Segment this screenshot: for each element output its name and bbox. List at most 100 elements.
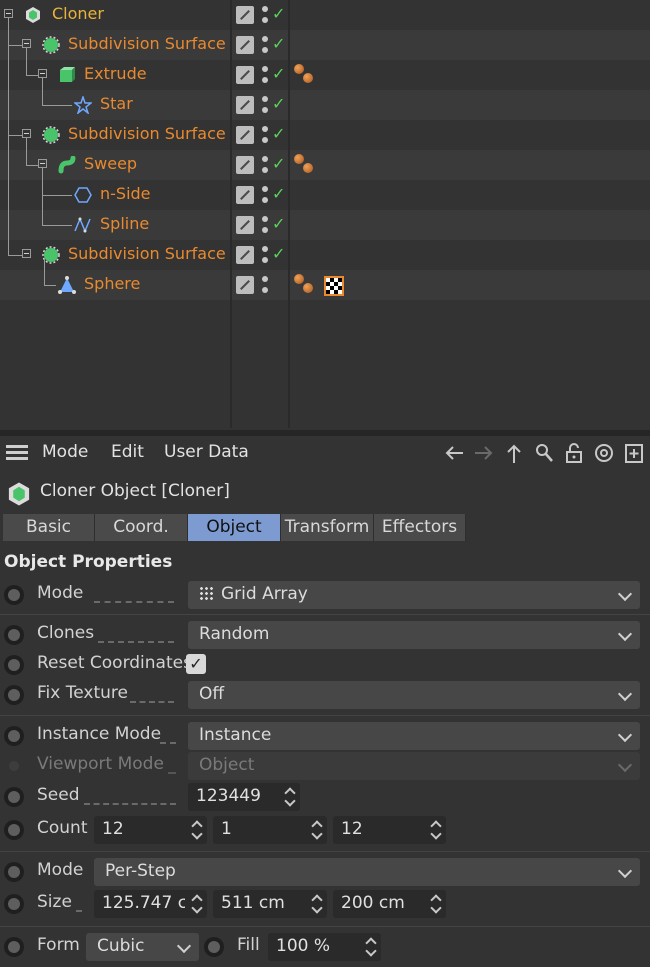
object-name[interactable]: Spline [100, 214, 149, 233]
size-x-input[interactable]: 125.747 cm [94, 890, 207, 918]
animate-radio[interactable] [4, 685, 24, 705]
object-name[interactable]: Extrude [84, 64, 147, 83]
visibility-dots[interactable] [262, 216, 268, 234]
enabled-check-icon[interactable]: ✓ [272, 214, 285, 233]
tree-row-star[interactable]: Star [0, 90, 650, 120]
layer-edit-toggle[interactable] [236, 66, 254, 84]
animate-radio[interactable] [204, 937, 224, 957]
clones-dropdown[interactable]: Random [188, 621, 640, 649]
form-dropdown[interactable]: Cubic [86, 933, 199, 961]
fill-input[interactable]: 100 % [268, 933, 381, 961]
lock-icon[interactable] [563, 442, 585, 464]
visibility-dots[interactable] [262, 126, 268, 144]
visibility-dots[interactable] [262, 96, 268, 114]
spinner-arrows-icon[interactable] [311, 819, 323, 841]
layer-edit-toggle[interactable] [236, 246, 254, 264]
arrow-back-icon[interactable] [443, 442, 465, 464]
animate-radio[interactable] [4, 787, 24, 807]
size-y-input[interactable]: 511 cm [213, 890, 327, 918]
tree-row-cloner[interactable]: Cloner [0, 0, 650, 30]
spinner-arrows-icon[interactable] [284, 786, 296, 808]
tree-row-subdivision-surface[interactable]: Subdivision Surface [0, 30, 650, 60]
visibility-dots[interactable] [262, 246, 268, 264]
seed-input[interactable]: 123449 [188, 783, 300, 811]
object-name[interactable]: Sweep [84, 154, 137, 173]
collapse-toggle[interactable] [38, 159, 47, 168]
animate-radio[interactable] [4, 585, 24, 605]
spinner-arrows-icon[interactable] [430, 893, 442, 915]
enabled-check-icon[interactable]: ✓ [272, 244, 285, 263]
dimension-mode-dropdown[interactable]: Per-Step [94, 858, 640, 886]
spinner-arrows-icon[interactable] [191, 893, 203, 915]
object-name[interactable]: Subdivision Surface [68, 34, 226, 53]
visibility-dots[interactable] [262, 156, 268, 174]
enabled-check-icon[interactable]: ✓ [272, 94, 285, 113]
count-y-input[interactable]: 1 [213, 816, 327, 844]
object-name[interactable]: Star [100, 94, 133, 113]
count-z-input[interactable]: 12 [333, 816, 446, 844]
animate-radio[interactable] [4, 625, 24, 645]
layer-edit-toggle[interactable] [236, 36, 254, 54]
spinner-arrows-icon[interactable] [430, 819, 442, 841]
collapse-toggle[interactable] [4, 9, 13, 18]
tree-row-subdivision-surface[interactable]: Subdivision Surface [0, 120, 650, 150]
tree-row-subdivision-surface[interactable]: Subdivision Surface [0, 240, 650, 270]
menu-edit[interactable]: Edit [111, 442, 144, 462]
spinner-arrows-icon[interactable] [191, 819, 203, 841]
object-name[interactable]: Cloner [52, 4, 104, 23]
phong-tag-icon[interactable] [294, 64, 354, 90]
layer-edit-toggle[interactable] [236, 216, 254, 234]
phong-tag-icon[interactable] [294, 274, 316, 296]
menu-mode[interactable]: Mode [42, 442, 88, 462]
tab-basic[interactable]: Basic [3, 514, 95, 541]
new-panel-icon[interactable] [623, 442, 645, 464]
spinner-arrows-icon[interactable] [311, 893, 323, 915]
enabled-check-icon[interactable]: ✓ [272, 154, 285, 173]
visibility-dots[interactable] [262, 276, 268, 294]
target-icon[interactable] [593, 442, 615, 464]
instance-mode-dropdown[interactable]: Instance [188, 722, 640, 750]
collapse-toggle[interactable] [38, 69, 47, 78]
collapse-toggle[interactable] [22, 249, 31, 258]
tab-effectors[interactable]: Effectors [374, 514, 466, 541]
object-name[interactable]: n-Side [100, 184, 151, 203]
animate-radio[interactable] [4, 655, 24, 675]
tree-row-spline[interactable]: Spline [0, 210, 650, 240]
layer-edit-toggle[interactable] [236, 156, 254, 174]
arrow-up-icon[interactable] [503, 442, 525, 464]
tab-coord[interactable]: Coord. [95, 514, 188, 541]
visibility-dots[interactable] [262, 6, 268, 24]
animate-radio[interactable] [4, 937, 24, 957]
tab-transform[interactable]: Transform [281, 514, 374, 541]
arrow-forward-icon[interactable] [473, 442, 495, 464]
search-icon[interactable] [533, 442, 555, 464]
enabled-check-icon[interactable]: ✓ [272, 4, 285, 23]
enabled-check-icon[interactable]: ✓ [272, 184, 285, 203]
layer-edit-toggle[interactable] [236, 6, 254, 24]
animate-radio[interactable] [4, 820, 24, 840]
visibility-dots[interactable] [262, 36, 268, 54]
animate-radio[interactable] [4, 726, 24, 746]
animate-radio[interactable] [4, 862, 24, 882]
reset-coordinates-checkbox[interactable]: ✓ [186, 654, 206, 674]
menu-user-data[interactable]: User Data [164, 442, 249, 462]
enabled-check-icon[interactable]: ✓ [272, 64, 285, 83]
layer-edit-toggle[interactable] [236, 276, 254, 294]
size-z-input[interactable]: 200 cm [333, 890, 446, 918]
mode-dropdown[interactable]: Grid Array [188, 581, 640, 609]
layer-edit-toggle[interactable] [236, 96, 254, 114]
object-name[interactable]: Subdivision Surface [68, 124, 226, 143]
layer-edit-toggle[interactable] [236, 126, 254, 144]
count-x-input[interactable]: 12 [94, 816, 207, 844]
phong-tag-icon[interactable] [294, 154, 354, 180]
layer-edit-toggle[interactable] [236, 186, 254, 204]
tab-object[interactable]: Object [188, 514, 281, 541]
animate-radio[interactable] [4, 894, 24, 914]
enabled-check-icon[interactable]: ✓ [272, 34, 285, 53]
spinner-arrows-icon[interactable] [365, 936, 377, 958]
enabled-check-icon[interactable]: ✓ [272, 124, 285, 143]
visibility-dots[interactable] [262, 66, 268, 84]
tree-row-n-side[interactable]: n-Side [0, 180, 650, 210]
visibility-dots[interactable] [262, 186, 268, 204]
collapse-toggle[interactable] [22, 129, 31, 138]
